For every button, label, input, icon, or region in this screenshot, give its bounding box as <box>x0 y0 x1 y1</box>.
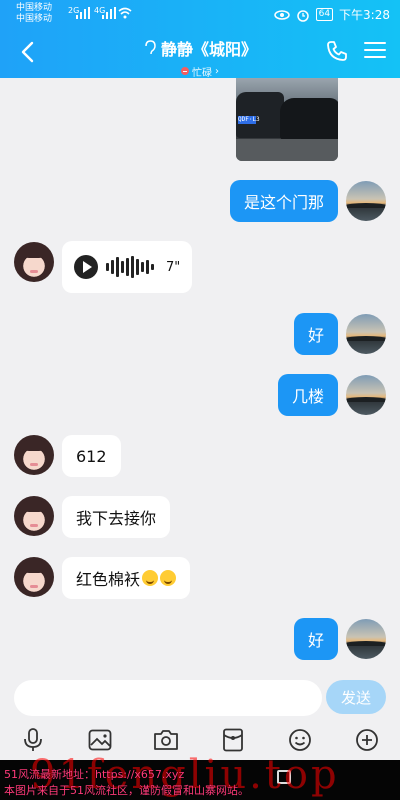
avatar-self[interactable] <box>346 375 386 415</box>
status-text: 忙碌 <box>192 67 212 79</box>
status-right: 64 下午3:28 <box>273 6 390 23</box>
contact-title-row: 静静《城阳》 <box>143 36 257 60</box>
chat-header: 中国移动 中国移动 2G 4G 64 下午3:28 静静《城阳》 忙碌 › <box>0 0 400 79</box>
carrier-info: 中国移动 中国移动 <box>16 3 52 25</box>
avatar-contact[interactable] <box>14 242 54 282</box>
message-bubble-incoming[interactable]: 612 <box>62 435 121 477</box>
alarm-icon <box>296 9 309 22</box>
avatar-self[interactable] <box>346 181 386 221</box>
voice-message[interactable]: 7" <box>62 241 193 293</box>
plus-icon[interactable] <box>351 724 383 756</box>
battery-indicator: 64 <box>315 8 334 21</box>
avatar-self[interactable] <box>346 619 386 659</box>
car-shape <box>236 92 284 138</box>
message-bubble-outgoing[interactable]: 几楼 <box>277 374 338 416</box>
menu-icon[interactable] <box>364 42 386 60</box>
message-bubble-outgoing[interactable]: 是这个门那 <box>229 180 338 222</box>
send-button[interactable]: 发送 <box>326 680 386 714</box>
camera-icon[interactable] <box>150 724 182 756</box>
waveform-icon <box>106 255 154 279</box>
voice-duration: 7" <box>166 259 181 275</box>
sleepy-face-icon <box>142 570 159 586</box>
avatar-contact[interactable] <box>14 435 54 475</box>
avatar-self[interactable] <box>346 314 386 354</box>
contact-name: 静静《城阳》 <box>160 40 257 59</box>
phone-icon[interactable] <box>326 40 348 62</box>
avatar-contact[interactable] <box>14 557 54 597</box>
message-text: 好 <box>307 631 324 650</box>
busy-status-icon <box>181 67 189 75</box>
message-text: 红色棉袄 <box>76 570 141 589</box>
red-packet-icon[interactable] <box>217 724 249 756</box>
message-bubble-outgoing[interactable]: 好 <box>293 313 338 355</box>
car-shape-2 <box>280 98 338 140</box>
ear-icon <box>145 40 156 55</box>
eye-icon <box>273 9 290 20</box>
message-text: 好 <box>307 326 324 345</box>
message-text: 是这个门那 <box>243 193 324 212</box>
carrier-2: 中国移动 <box>16 14 53 24</box>
carrier-1: 中国移动 <box>16 3 53 13</box>
chevron-right-icon: › <box>215 65 219 77</box>
avatar-contact[interactable] <box>14 496 54 536</box>
message-input[interactable] <box>14 680 322 716</box>
signal-icon <box>76 7 90 19</box>
license-plate: QDF·L3 <box>238 116 260 124</box>
clock: 下午3:28 <box>339 8 390 22</box>
photo-message[interactable]: QDF·L3 <box>236 78 338 161</box>
signal-icon-2 <box>102 7 116 19</box>
sleepy-face-icon <box>160 570 177 586</box>
microphone-icon[interactable] <box>17 724 49 756</box>
status-bar: 中国移动 中国移动 2G 4G 64 下午3:28 <box>0 0 400 28</box>
image-icon[interactable] <box>84 724 116 756</box>
recent-apps-icon[interactable] <box>277 770 291 784</box>
play-icon[interactable] <box>74 255 98 279</box>
message-bubble-incoming[interactable]: 我下去接你 <box>62 496 171 538</box>
system-nav-bar <box>0 760 400 800</box>
message-text: 我下去接你 <box>76 509 157 528</box>
message-text: 612 <box>76 446 107 466</box>
online-status[interactable]: 忙碌 › <box>181 64 219 79</box>
message-text: 几楼 <box>291 387 324 406</box>
chat-area[interactable]: QDF·L3 是这个门那 7" 好 几楼 612 我下去接你 红色棉袄 好 <box>0 78 400 670</box>
chat-toolbar <box>0 724 400 760</box>
message-bubble-incoming[interactable]: 红色棉袄 <box>62 557 191 599</box>
emoji-icon[interactable] <box>284 724 316 756</box>
ground <box>236 139 338 161</box>
wifi-icon <box>118 7 132 19</box>
input-bar: 发送 <box>0 670 400 724</box>
message-bubble-outgoing[interactable]: 好 <box>293 618 338 660</box>
